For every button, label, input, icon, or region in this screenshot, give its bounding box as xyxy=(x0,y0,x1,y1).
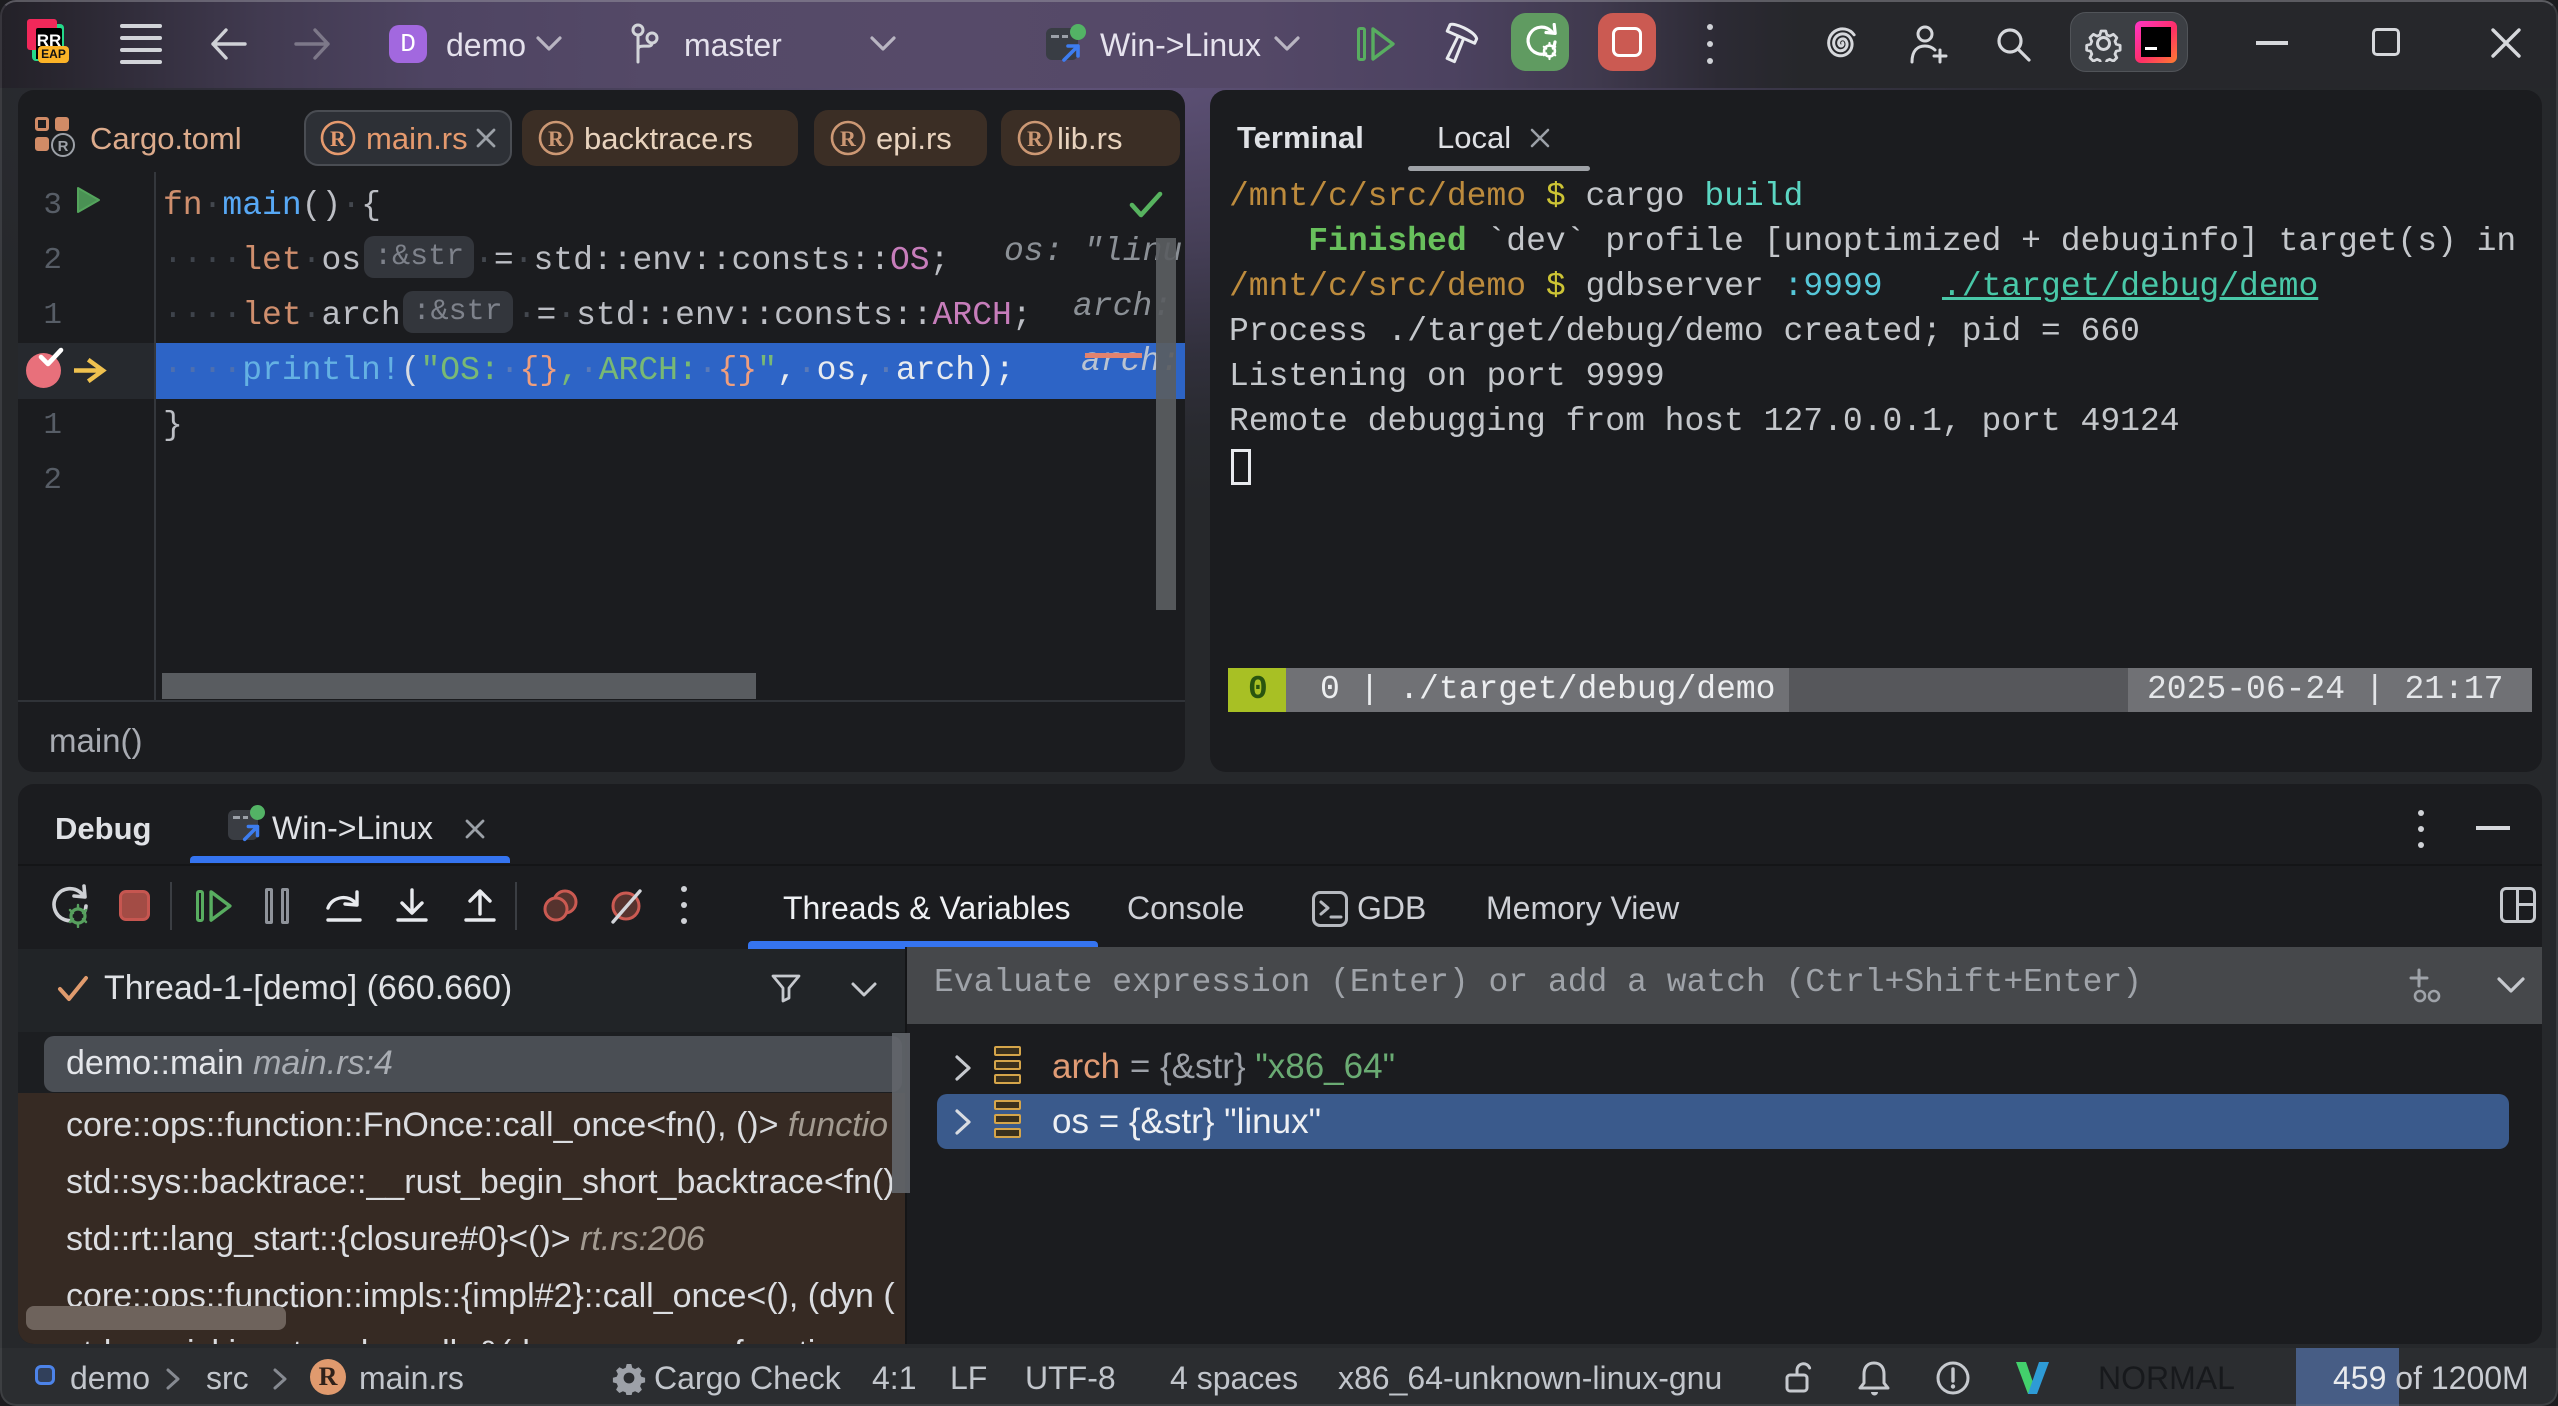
svg-text:R: R xyxy=(330,126,347,151)
svg-text:R: R xyxy=(1027,126,1044,151)
svg-text:R: R xyxy=(840,126,857,151)
svg-text:R: R xyxy=(548,126,565,151)
